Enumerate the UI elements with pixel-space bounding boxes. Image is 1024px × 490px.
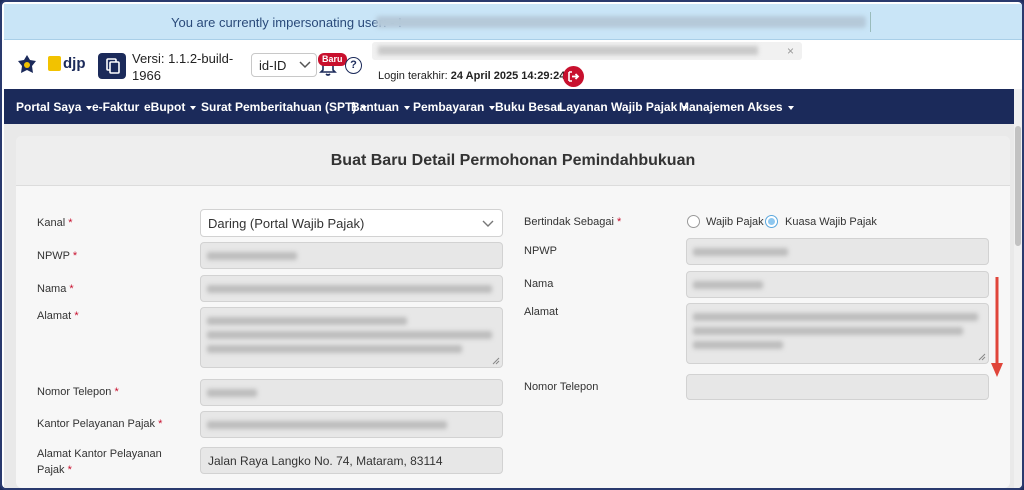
kemenkeu-logo-icon	[18, 55, 36, 73]
scroll-down-arrow-icon	[991, 277, 1003, 377]
close-icon[interactable]: ×	[787, 44, 794, 58]
radio-wajib-pajak[interactable]	[687, 215, 700, 228]
kpp-field	[200, 411, 503, 438]
telepon-field	[200, 379, 503, 406]
user-search-box[interactable]: ×	[372, 42, 802, 60]
kuasa-nama-label: Nama	[524, 278, 554, 290]
impersonation-text: You are currently impersonating user: - …	[171, 15, 402, 30]
djp-logo: djp	[48, 54, 86, 74]
form-card: Buat Baru Detail Permohonan Pemindahbuku…	[16, 136, 1010, 488]
nav-e-faktur[interactable]: e-Faktur	[92, 100, 139, 114]
djp-logo-mark-icon	[48, 56, 61, 71]
nav-bantuan[interactable]: Bantuan	[351, 100, 410, 114]
kanal-value: Daring (Portal Wajib Pajak)	[208, 216, 365, 231]
nav-manajemen-akses[interactable]: Manajemen Akses	[679, 100, 794, 114]
bertindak-label: Bertindak Sebagai *	[524, 216, 622, 228]
nav-buku-besar[interactable]: Buku Besar	[495, 100, 562, 114]
page-title: Buat Baru Detail Permohonan Pemindahbuku…	[330, 152, 696, 169]
impersonated-user-redacted	[376, 16, 866, 28]
main-nav: Portal Saya e-Faktur eBupot Surat Pember…	[4, 89, 1022, 124]
version-label: Versi:	[132, 51, 165, 66]
resize-grip-icon[interactable]	[492, 357, 500, 365]
nav-pembayaran[interactable]: Pembayaran	[413, 100, 496, 114]
chevron-down-icon	[482, 220, 494, 227]
caret-down-icon	[787, 105, 794, 110]
language-select[interactable]: id-ID	[251, 53, 317, 77]
page-scrollbar-thumb[interactable]	[1015, 126, 1021, 246]
last-login-value: 24 April 2025 14:29:24	[450, 70, 566, 82]
caret-down-icon	[190, 105, 197, 110]
version-info: Versi: 1.1.2-build-1966	[132, 50, 242, 84]
alamat-textarea	[200, 307, 503, 368]
nav-spt[interactable]: Surat Pemberitahuan (SPT)	[201, 100, 368, 114]
kuasa-alamat-redacted-line	[693, 313, 978, 321]
banner-divider	[870, 12, 871, 32]
kuasa-alamat-label: Alamat	[524, 306, 559, 318]
last-login: Login terakhir: 24 April 2025 14:29:24	[378, 70, 565, 82]
language-value: id-ID	[259, 58, 287, 73]
logout-button[interactable]	[563, 66, 584, 87]
alamat-redacted-line	[207, 345, 462, 353]
copy-icon	[106, 58, 120, 74]
main-content: Buat Baru Detail Permohonan Pemindahbuku…	[4, 124, 1022, 488]
last-login-label: Login terakhir:	[378, 70, 448, 82]
alamat-label: Alamat *	[37, 310, 79, 322]
top-header: djp Versi: 1.1.2-build-1966 id-ID Baru ?…	[4, 40, 1022, 89]
kpp-label: Kantor Pelayanan Pajak *	[37, 418, 163, 430]
kuasa-npwp-label: NPWP	[524, 245, 557, 257]
nama-field	[200, 275, 503, 302]
nav-ebupot[interactable]: eBupot	[144, 100, 197, 114]
resize-grip-icon[interactable]	[978, 353, 986, 361]
alamat-redacted-line	[207, 317, 407, 325]
caret-down-icon	[404, 105, 410, 110]
kuasa-nama-redacted	[693, 281, 763, 289]
user-redacted	[378, 46, 758, 55]
kuasa-alamat-textarea	[686, 303, 989, 364]
npwp-redacted	[207, 252, 297, 260]
help-icon[interactable]: ?	[345, 57, 362, 74]
nama-redacted	[207, 285, 492, 293]
kanal-select[interactable]: Daring (Portal Wajib Pajak)	[200, 209, 503, 237]
alamat-redacted-line	[207, 331, 492, 339]
telepon-redacted	[207, 389, 257, 397]
kuasa-npwp-redacted	[693, 248, 788, 256]
radio-kuasa-wajib-pajak[interactable]	[765, 215, 778, 228]
logout-icon	[568, 71, 580, 82]
kuasa-telepon-field	[686, 374, 989, 400]
alamat-kpp-label: Alamat Kantor Pelayanan Pajak *	[37, 448, 162, 476]
alamat-kpp-value: Jalan Raya Langko No. 74, Mataram, 83114	[208, 454, 443, 468]
nav-layanan-wajib-pajak[interactable]: Layanan Wajib Pajak	[559, 100, 689, 114]
radio-wajib-pajak-label: Wajib Pajak	[706, 216, 764, 228]
copy-version-button[interactable]	[98, 53, 126, 79]
kpp-redacted	[207, 421, 447, 429]
telepon-label: Nomor Telepon *	[37, 386, 119, 398]
npwp-field	[200, 242, 503, 269]
impersonation-banner: You are currently impersonating user: - …	[4, 4, 1022, 40]
chevron-down-icon	[299, 61, 311, 69]
kuasa-alamat-redacted-line	[693, 327, 963, 335]
djp-logo-text: djp	[63, 55, 86, 72]
alamat-kpp-field: Jalan Raya Langko No. 74, Mataram, 83114	[200, 447, 503, 474]
kanal-label: Kanal *	[37, 217, 73, 229]
nama-label: Nama *	[37, 283, 74, 295]
kuasa-npwp-field	[686, 238, 989, 265]
card-header: Buat Baru Detail Permohonan Pemindahbuku…	[16, 136, 1010, 186]
radio-kuasa-label: Kuasa Wajib Pajak	[785, 216, 877, 228]
npwp-label: NPWP *	[37, 250, 78, 262]
kuasa-nama-field	[686, 271, 989, 298]
kuasa-alamat-redacted-line	[693, 341, 783, 349]
new-badge: Baru	[318, 53, 347, 66]
kuasa-telepon-label: Nomor Telepon	[524, 381, 599, 393]
nav-portal-saya[interactable]: Portal Saya	[16, 100, 93, 114]
browser-frame: You are currently impersonating user: - …	[0, 0, 1024, 490]
